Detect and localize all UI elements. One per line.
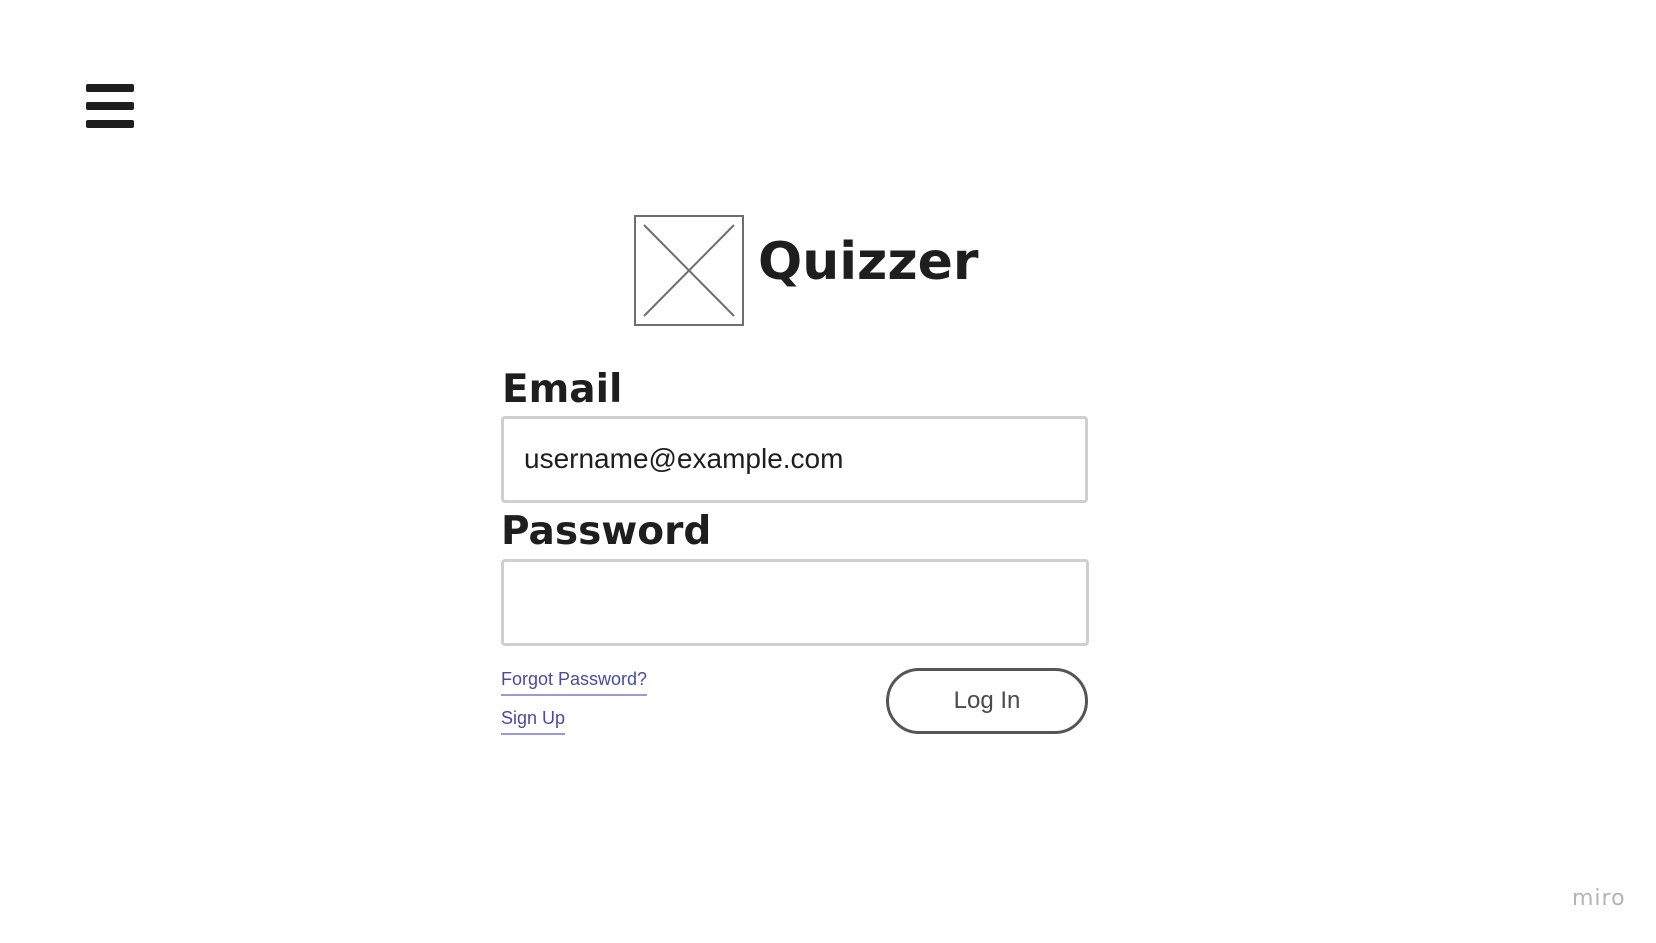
sign-up-link[interactable]: Sign Up	[501, 708, 566, 735]
password-field[interactable]	[501, 559, 1089, 646]
email-field-value: username@example.com	[524, 443, 844, 474]
menu-bar	[86, 84, 134, 92]
password-label: Password	[501, 509, 712, 554]
email-label: Email	[502, 367, 623, 412]
forgot-password-link[interactable]: Forgot Password?	[501, 669, 648, 696]
menu-bar	[86, 102, 134, 110]
menu-bar	[86, 120, 134, 128]
log-in-button[interactable]: Log In	[886, 668, 1088, 734]
miro-watermark: miro	[1572, 886, 1626, 911]
email-field[interactable]: username@example.com	[501, 416, 1088, 503]
app-title: Quizzer	[758, 232, 979, 292]
hamburger-menu-icon[interactable]	[86, 84, 134, 128]
image-placeholder-icon	[634, 215, 744, 326]
